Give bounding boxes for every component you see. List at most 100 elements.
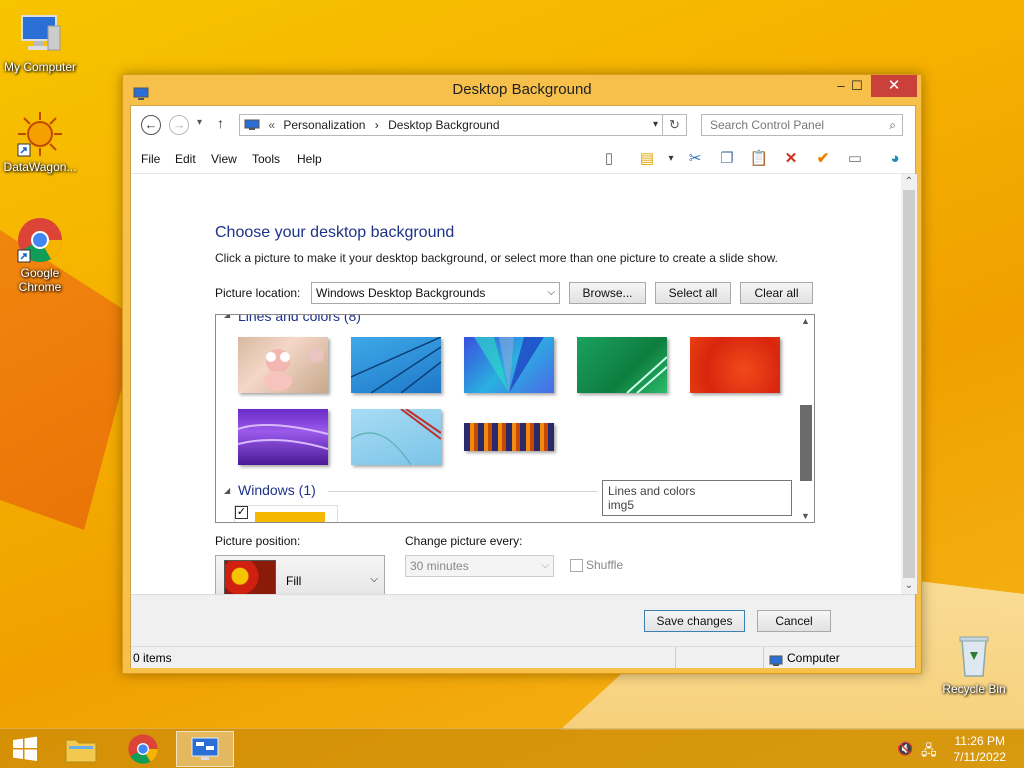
checkmark-icon[interactable]: ✔ — [811, 148, 835, 170]
scroll-down-icon[interactable]: ▼ — [801, 511, 810, 521]
dialog-footer: Save changes Cancel — [131, 594, 915, 646]
menu-edit[interactable]: Edit — [175, 152, 196, 166]
globe-icon[interactable]: ◕ — [883, 148, 907, 170]
desktop-icon-datawagon[interactable]: DataWagon... — [0, 110, 80, 174]
chevron-down-icon[interactable]: ▾ — [653, 115, 658, 135]
refresh-button[interactable]: ↻ — [663, 114, 687, 136]
start-button[interactable] — [0, 731, 50, 767]
chevron-down-icon: ⌵ — [370, 574, 378, 585]
clock[interactable]: 11:26 PM 7/11/2022 — [954, 733, 1007, 765]
paste-icon[interactable]: 📋 — [747, 148, 771, 170]
preview-pane-icon[interactable]: ▯ — [597, 148, 621, 170]
menu-help[interactable]: Help — [297, 152, 322, 166]
wallpaper-thumbnail[interactable] — [350, 408, 442, 466]
group-header-lines-and-colors[interactable]: Lines and colors (8) — [238, 315, 361, 324]
desktop-background-window: Desktop Background – ☐ ✕ ← → ▾ ↑ « Perso… — [122, 74, 922, 674]
address-bar[interactable]: « Personalization › Desktop Background ▾ — [239, 114, 663, 136]
chevron-down-icon: ⌵ — [547, 287, 555, 298]
group-divider — [328, 491, 598, 492]
scroll-up-icon[interactable]: ▲ — [801, 316, 810, 326]
recent-pages-chevron-icon[interactable]: ▾ — [197, 117, 202, 128]
scroll-down-icon[interactable]: ⌄ — [901, 578, 917, 594]
desktop-icon-label: DataWagon... — [3, 160, 77, 174]
scroll-up-icon[interactable]: ⌃ — [901, 174, 917, 190]
delete-icon[interactable]: ✕ — [779, 148, 803, 170]
shuffle-label: Shuffle — [586, 558, 624, 572]
chevron-down-icon[interactable]: ▾ — [659, 148, 683, 170]
taskbar-control-panel[interactable] — [176, 731, 234, 767]
desktop-icon-my-computer[interactable]: My Computer — [0, 10, 80, 74]
change-picture-interval-dropdown[interactable]: 30 minutes ⌵ — [405, 555, 554, 577]
forward-button[interactable]: → — [169, 115, 189, 135]
cancel-button[interactable]: Cancel — [757, 610, 831, 632]
breadcrumb-desktop-background[interactable]: Desktop Background — [388, 118, 499, 132]
select-all-button[interactable]: Select all — [655, 282, 731, 304]
chevron-down-icon: ⌵ — [541, 560, 549, 571]
desktop-icon-recycle-bin[interactable]: Recycle Bin — [934, 632, 1014, 696]
menu-view[interactable]: View — [211, 152, 237, 166]
desktop-icon-label: My Computer — [3, 60, 77, 74]
page-title: Choose your desktop background — [215, 224, 455, 241]
main-content: Choose your desktop background Click a p… — [131, 174, 901, 605]
breadcrumb-separator: › — [374, 118, 379, 132]
collapse-group-icon[interactable]: ◢ — [224, 486, 230, 495]
menu-tools[interactable]: Tools — [252, 152, 280, 166]
up-arrow-icon[interactable]: ↑ — [217, 115, 224, 131]
status-divider — [675, 647, 676, 669]
picture-position-label: Picture position: — [215, 534, 301, 548]
wallpaper-thumbnail[interactable] — [577, 337, 668, 394]
wallpaper-thumbnail[interactable] — [464, 337, 554, 393]
properties-icon[interactable]: ▭ — [843, 148, 867, 170]
wallpaper-thumbnail[interactable] — [464, 423, 554, 451]
wallpaper-thumbnail-selected[interactable]: ✓ — [234, 505, 338, 522]
taskbar-google-chrome[interactable] — [114, 731, 172, 767]
clear-all-button[interactable]: Clear all — [740, 282, 813, 304]
search-input[interactable]: Search Control Panel ⌕ — [701, 114, 903, 136]
wallpaper-thumbnail[interactable] — [238, 337, 328, 393]
status-divider — [763, 647, 764, 669]
wallpaper-thumbnail[interactable] — [690, 337, 780, 393]
wallpaper-thumbnail[interactable] — [350, 336, 442, 394]
change-picture-label: Change picture every: — [405, 534, 523, 548]
volume-muted-icon[interactable]: 🔇 — [897, 741, 913, 757]
close-button[interactable]: ✕ — [871, 75, 917, 97]
recycle-bin-icon — [950, 632, 998, 680]
picture-gallery: ◢ Lines and colors (8) ◢ Windows (1) ✓ L… — [215, 314, 815, 523]
browse-button[interactable]: Browse... — [569, 282, 646, 304]
taskbar-file-explorer[interactable] — [52, 731, 110, 767]
maximize-button[interactable]: ☐ — [843, 75, 871, 97]
control-panel-icon — [244, 117, 260, 130]
scroll-thumb[interactable] — [800, 405, 812, 481]
folder-icon — [65, 739, 97, 763]
wallpaper-thumbnail[interactable] — [237, 409, 329, 465]
copy-icon[interactable]: ❐ — [715, 148, 739, 170]
tooltip: Lines and colors img5 — [602, 480, 792, 516]
page-description: Click a picture to make it your desktop … — [215, 251, 778, 265]
status-bar: 0 items Computer — [131, 646, 915, 669]
back-button[interactable]: ← — [141, 115, 161, 135]
shuffle-checkbox[interactable] — [570, 559, 583, 572]
address-prefix: « — [268, 118, 276, 132]
network-icon[interactable]: 🖧 — [921, 740, 937, 764]
picture-location-dropdown[interactable]: Windows Desktop Backgrounds ⌵ — [311, 282, 560, 304]
collapse-group-icon[interactable]: ◢ — [224, 315, 230, 319]
desktop-icon-label: Google Chrome — [18, 266, 62, 294]
control-panel-icon — [133, 82, 149, 100]
menu-file[interactable]: File — [141, 152, 160, 166]
gallery-scrollbar[interactable]: ▲ ▼ — [798, 315, 814, 522]
scroll-thumb[interactable] — [903, 190, 915, 578]
group-header-windows[interactable]: Windows (1) — [238, 482, 316, 498]
save-changes-button[interactable]: Save changes — [644, 610, 745, 632]
clock-date: 7/11/2022 — [953, 750, 1007, 764]
breadcrumb-personalization[interactable]: Personalization — [283, 118, 365, 132]
location-label: Computer — [787, 651, 840, 665]
page-scrollbar[interactable]: ⌃ ⌄ — [901, 174, 917, 594]
control-panel-icon — [191, 737, 219, 760]
cut-icon[interactable]: ✂ — [683, 148, 707, 170]
title-bar[interactable]: Desktop Background – ☐ ✕ — [123, 75, 921, 105]
desktop-icon-google-chrome[interactable]: Google Chrome — [0, 216, 80, 294]
folder-properties-icon[interactable]: ▤ — [635, 148, 659, 170]
windows-logo-icon — [13, 736, 37, 761]
address-row: ← → ▾ ↑ « Personalization › Desktop Back… — [131, 106, 915, 144]
selected-checkbox[interactable]: ✓ — [235, 506, 248, 519]
